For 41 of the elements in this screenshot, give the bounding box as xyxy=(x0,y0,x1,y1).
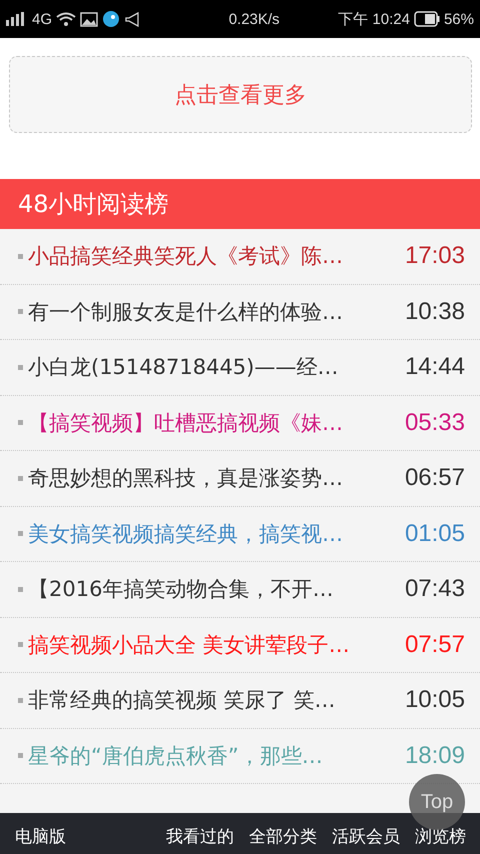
article-time: 07:43 xyxy=(404,575,465,604)
article-time: 07:57 xyxy=(404,630,465,659)
bullet-icon xyxy=(18,642,23,648)
section-title: 48小时阅读榜 xyxy=(18,189,169,220)
bullet-icon xyxy=(18,364,23,370)
image-icon xyxy=(80,12,98,26)
network-speed: 0.23K/s xyxy=(228,10,280,28)
bullet-icon xyxy=(18,254,23,259)
bullet-icon xyxy=(18,586,23,592)
bullet-icon xyxy=(18,476,23,481)
article-link[interactable]: 非常经典的搞笑视频 笑尿了 笑… xyxy=(28,686,397,714)
footer-link[interactable]: 我看过的 xyxy=(166,825,234,848)
wifi-icon xyxy=(56,12,76,26)
article-link[interactable]: 小品搞笑经典笑死人《考试》陈… xyxy=(28,242,397,270)
article-link[interactable]: 奇思妙想的黑科技，真是涨姿势… xyxy=(28,464,397,492)
article-link[interactable]: 【2016年搞笑动物合集，不开… xyxy=(28,575,397,604)
clock: 下午 10:24 xyxy=(338,10,410,28)
footer-link[interactable]: 全部分类 xyxy=(249,825,317,848)
bullet-icon xyxy=(18,753,23,758)
network-type: 4G xyxy=(32,10,52,28)
article-link[interactable]: 有一个制服女友是什么样的体验… xyxy=(28,298,397,326)
sound-icon xyxy=(124,12,140,26)
desktop-version-link[interactable]: 电脑版 xyxy=(15,825,66,848)
article-time: 18:09 xyxy=(404,742,465,770)
article-link[interactable]: 小白龙(15148718445)——经… xyxy=(28,353,397,382)
article-time: 14:44 xyxy=(404,353,465,382)
footer-link[interactable]: 活跃会员 xyxy=(332,825,400,848)
article-time: 10:05 xyxy=(404,686,465,714)
battery-level: 56% xyxy=(444,10,474,28)
article-time: 17:03 xyxy=(404,242,465,270)
article-time: 10:38 xyxy=(404,298,465,326)
bullet-icon xyxy=(18,698,23,703)
article-time: 05:33 xyxy=(404,408,465,437)
bullet-icon xyxy=(18,531,23,536)
bullet-icon xyxy=(18,309,23,314)
article-link[interactable]: 搞笑视频小品大全 美女讲荤段子… xyxy=(28,630,397,659)
article-link[interactable]: 【搞笑视频】吐槽恶搞视频《妹… xyxy=(28,408,397,437)
bullet-icon xyxy=(18,420,23,426)
article-time: 01:05 xyxy=(404,520,465,548)
battery-icon xyxy=(414,11,440,27)
article-time: 06:57 xyxy=(404,464,465,492)
